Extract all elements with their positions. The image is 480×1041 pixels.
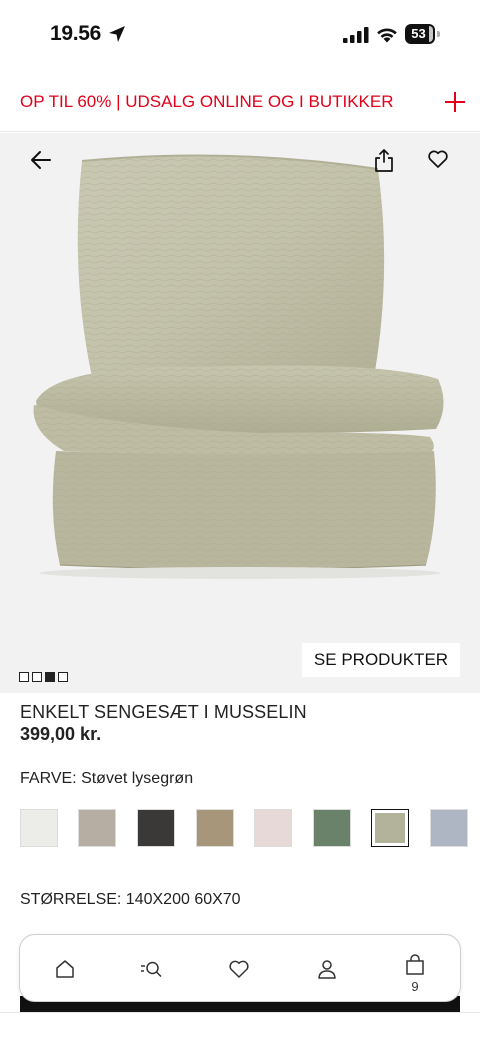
swatch-6[interactable] — [313, 809, 351, 847]
swatch-3[interactable] — [137, 809, 175, 847]
share-icon[interactable] — [372, 147, 396, 173]
nav-favourites[interactable] — [209, 935, 269, 1003]
swatch-fill — [375, 813, 405, 843]
swatch-5[interactable] — [254, 809, 292, 847]
location-arrow-icon — [109, 26, 125, 42]
wifi-icon — [377, 28, 397, 43]
product-price: 399,00 kr. — [20, 724, 102, 744]
heart-icon[interactable] — [426, 147, 450, 171]
pagination-dot-active[interactable] — [45, 672, 55, 682]
color-label: FARVE: Støvet lysegrøn — [20, 770, 194, 787]
nav-account[interactable] — [297, 935, 357, 1003]
bottom-navigation: 9 — [19, 934, 461, 1002]
status-time: 19.56 — [50, 22, 102, 45]
account-icon — [318, 960, 336, 979]
bag-icon — [406, 954, 424, 975]
pagination-dot[interactable] — [19, 672, 29, 682]
bottom-divider — [0, 1012, 480, 1013]
swatch-7-selected[interactable] — [371, 809, 409, 847]
product-photo — [0, 133, 480, 693]
see-products-button[interactable]: SE PRODUKTER — [302, 643, 460, 677]
plus-icon[interactable] — [444, 91, 466, 113]
bag-count: 9 — [411, 979, 419, 994]
status-bar: 19.56 53 — [0, 0, 480, 70]
nav-bag[interactable]: 9 — [385, 935, 445, 1003]
search-icon — [141, 961, 162, 978]
pagination-dot[interactable] — [32, 672, 42, 682]
promo-banner[interactable]: OP TIL 60% | UDSALG ONLINE OG I BUTIKKER — [0, 72, 480, 132]
product-name: ENKELT SENGESÆT I MUSSELIN — [20, 702, 307, 722]
back-arrow-icon[interactable] — [28, 147, 54, 173]
nav-home[interactable] — [35, 935, 95, 1003]
size-label[interactable]: STØRRELSE: 140X200 60X70 — [20, 891, 241, 909]
heart-icon — [229, 960, 249, 978]
swatch-1[interactable] — [20, 809, 58, 847]
home-icon — [56, 960, 74, 978]
promo-text: OP TIL 60% | UDSALG ONLINE OG I BUTIKKER — [20, 92, 394, 111]
pagination-dot[interactable] — [58, 672, 68, 682]
battery-icon: 53 — [405, 24, 441, 44]
product-image-gallery[interactable]: SE PRODUKTER — [0, 133, 480, 693]
battery-level: 53 — [411, 26, 426, 41]
swatch-8[interactable] — [430, 809, 468, 847]
swatch-2[interactable] — [78, 809, 116, 847]
image-pagination[interactable] — [19, 669, 71, 682]
cellular-signal-icon — [343, 27, 369, 43]
nav-search[interactable] — [122, 935, 182, 1003]
swatch-4[interactable] — [196, 809, 234, 847]
